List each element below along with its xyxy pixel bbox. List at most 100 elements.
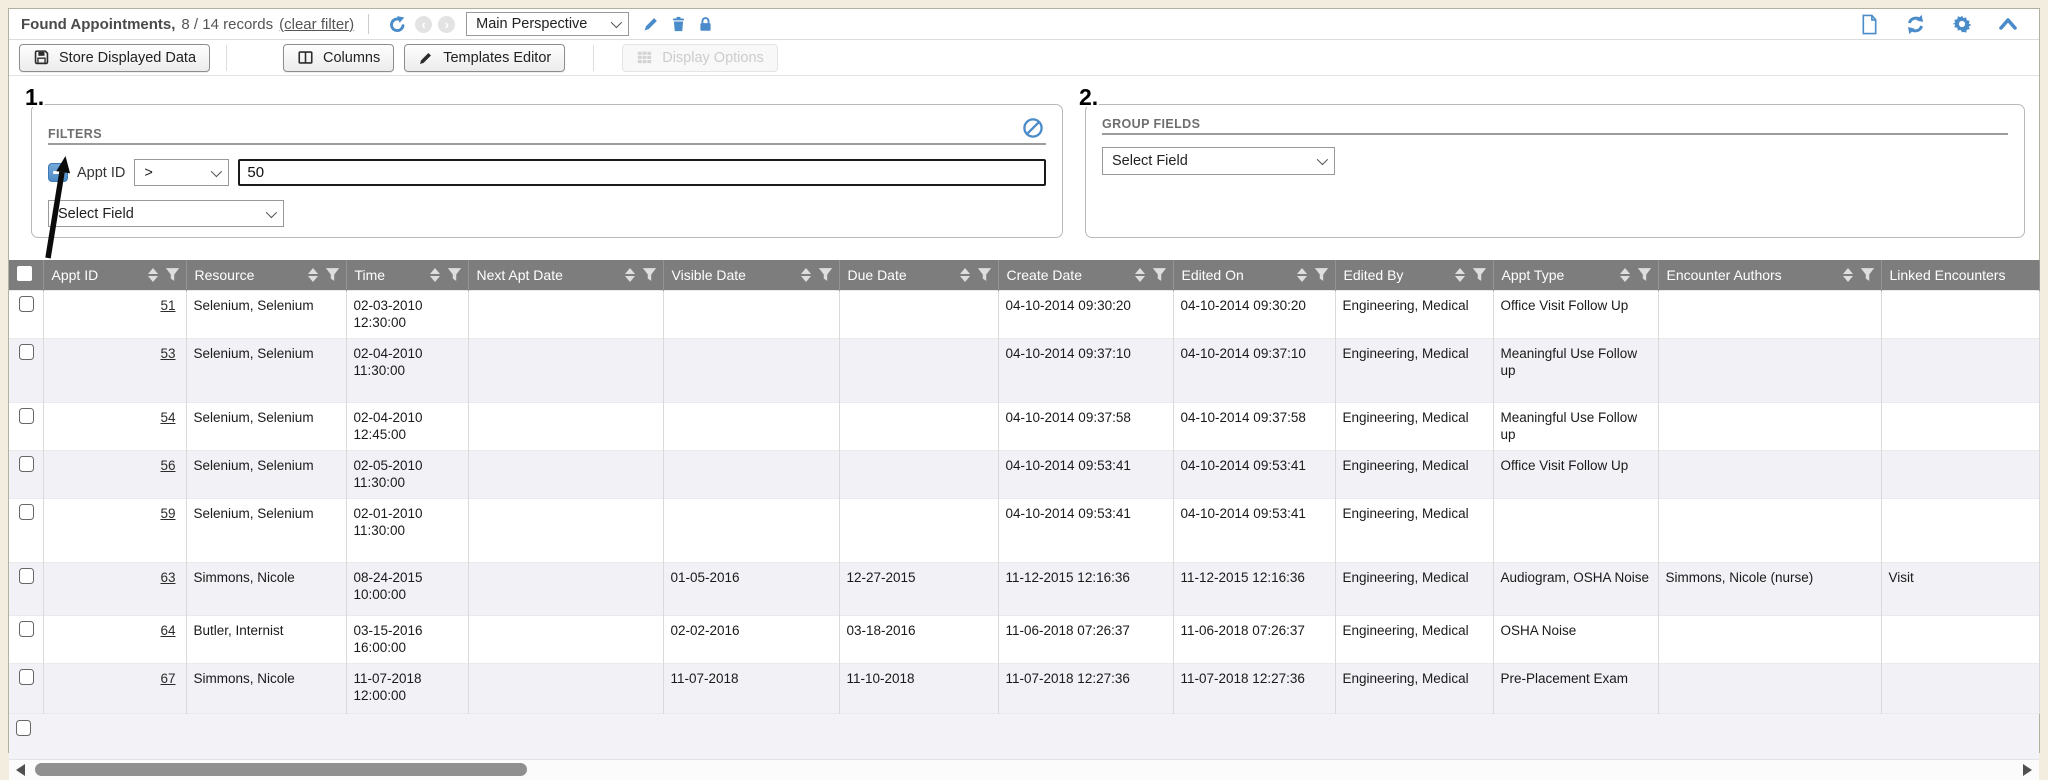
scrollbar-thumb[interactable]: [35, 763, 527, 776]
filter-value-input[interactable]: [238, 159, 1046, 186]
appt-id-link[interactable]: 53: [160, 346, 175, 361]
filter-funnel-icon[interactable]: [1637, 267, 1652, 282]
filter-funnel-icon[interactable]: [818, 267, 833, 282]
column-header-edited-on[interactable]: Edited On: [1173, 260, 1335, 290]
collapse-panel-icon[interactable]: [1998, 16, 2018, 32]
column-header-encounter-authors[interactable]: Encounter Authors: [1658, 260, 1881, 290]
scroll-left-icon[interactable]: [16, 764, 25, 776]
table-footer-row: [9, 713, 2039, 759]
create-date-cell: 04-10-2014 09:53:41: [998, 450, 1173, 498]
column-header-edited-by[interactable]: Edited By: [1335, 260, 1493, 290]
column-header-label: Next Apt Date: [477, 267, 563, 283]
filter-funnel-icon[interactable]: [1860, 267, 1875, 282]
column-header-label: Linked Encounters: [1890, 267, 2006, 283]
step-2-annotation: 2.: [1079, 84, 1098, 111]
new-document-icon[interactable]: [1860, 14, 1879, 35]
edited-by-cell: Engineering, Medical: [1335, 402, 1493, 450]
appt-id-link[interactable]: 54: [160, 410, 175, 425]
filter-operator-select[interactable]: >: [134, 159, 229, 186]
filter-operator-value: >: [144, 165, 152, 181]
column-header-next-apt-date[interactable]: Next Apt Date: [468, 260, 663, 290]
edit-perspective-icon[interactable]: [642, 15, 660, 33]
filter-funnel-icon[interactable]: [1472, 267, 1487, 282]
resource-cell: Selenium, Selenium: [186, 450, 346, 498]
appt-id-link[interactable]: 64: [160, 623, 175, 638]
next-perspective-icon[interactable]: ›: [438, 16, 455, 33]
filter-funnel-icon[interactable]: [447, 267, 462, 282]
next-apt-date-cell: [468, 290, 663, 338]
group-field-select[interactable]: Select Field: [1102, 147, 1335, 175]
scroll-right-icon[interactable]: [2023, 764, 2032, 776]
appt-id-link[interactable]: 56: [160, 458, 175, 473]
display-options-button[interactable]: Display Options: [622, 44, 778, 72]
chevron-down-icon: [211, 165, 222, 176]
disable-filters-icon[interactable]: [1022, 117, 1044, 139]
column-header-resource[interactable]: Resource: [186, 260, 346, 290]
footer-row-checkbox[interactable]: [16, 720, 31, 736]
table-row: 63 Simmons, Nicole 08-24-2015 10:00:00 0…: [9, 562, 2039, 615]
column-header-create-date[interactable]: Create Date: [998, 260, 1173, 290]
appt-id-link[interactable]: 63: [160, 570, 175, 585]
filter-funnel-icon[interactable]: [165, 267, 180, 282]
appt-id-link[interactable]: 59: [160, 506, 175, 521]
column-header-appt-id[interactable]: Appt ID: [43, 260, 186, 290]
select-all-header[interactable]: [9, 260, 43, 290]
column-header-due-date[interactable]: Due Date: [839, 260, 998, 290]
filter-funnel-icon[interactable]: [977, 267, 992, 282]
row-checkbox[interactable]: [19, 669, 34, 685]
sort-icon[interactable]: [1455, 268, 1465, 282]
column-header-visible-date[interactable]: Visible Date: [663, 260, 839, 290]
column-header-label: Due Date: [848, 267, 907, 283]
select-all-checkbox[interactable]: [17, 266, 32, 281]
clear-filter-link[interactable]: (clear filter): [279, 16, 354, 33]
appt-id-link[interactable]: 67: [160, 671, 175, 686]
encounter-authors-cell: Simmons, Nicole (nurse): [1658, 562, 1881, 615]
horizontal-scrollbar[interactable]: [9, 759, 2039, 780]
sort-icon[interactable]: [1620, 268, 1630, 282]
edited-by-cell: Engineering, Medical: [1335, 290, 1493, 338]
filter-funnel-icon[interactable]: [325, 267, 340, 282]
sort-icon[interactable]: [430, 268, 440, 282]
sort-icon[interactable]: [308, 268, 318, 282]
column-header-linked-encounters[interactable]: Linked Encounters: [1881, 260, 2039, 290]
row-checkbox[interactable]: [19, 408, 34, 424]
filter-funnel-icon[interactable]: [1314, 267, 1329, 282]
settings-gear-icon[interactable]: [1952, 14, 1972, 34]
sort-icon[interactable]: [801, 268, 811, 282]
add-filter-field-value: Select Field: [58, 206, 134, 222]
appt-id-link[interactable]: 51: [160, 298, 175, 313]
row-checkbox[interactable]: [19, 621, 34, 637]
table-row: 64 Butler, Internist 03-15-2016 16:00:00…: [9, 615, 2039, 663]
edited-on-cell: 11-12-2015 12:16:36: [1173, 562, 1335, 615]
undo-icon[interactable]: [388, 15, 407, 34]
filter-funnel-icon[interactable]: [1152, 267, 1167, 282]
row-checkbox[interactable]: [19, 568, 34, 584]
perspective-select[interactable]: Main Perspective: [466, 12, 629, 36]
column-header-label: Appt ID: [52, 267, 99, 283]
add-filter-field-select[interactable]: Select Field: [48, 200, 284, 227]
sort-icon[interactable]: [1135, 268, 1145, 282]
store-displayed-data-button[interactable]: Store Displayed Data: [19, 44, 210, 72]
lock-perspective-icon[interactable]: [697, 15, 714, 33]
row-checkbox[interactable]: [19, 344, 34, 360]
divider: [593, 45, 594, 71]
row-checkbox[interactable]: [19, 456, 34, 472]
sort-icon[interactable]: [625, 268, 635, 282]
row-checkbox[interactable]: [19, 296, 34, 312]
sort-icon[interactable]: [960, 268, 970, 282]
appt-type-cell: Pre-Placement Exam: [1493, 663, 1658, 713]
refresh-icon[interactable]: [1905, 14, 1926, 35]
columns-button[interactable]: Columns: [283, 44, 394, 72]
previous-perspective-icon[interactable]: ‹: [415, 16, 432, 33]
sort-icon[interactable]: [1843, 268, 1853, 282]
sort-icon[interactable]: [1297, 268, 1307, 282]
filter-funnel-icon[interactable]: [642, 267, 657, 282]
resource-cell: Selenium, Selenium: [186, 290, 346, 338]
delete-perspective-icon[interactable]: [670, 15, 687, 33]
sort-icon[interactable]: [148, 268, 158, 282]
column-header-appt-type[interactable]: Appt Type: [1493, 260, 1658, 290]
row-checkbox[interactable]: [19, 504, 34, 520]
templates-editor-button[interactable]: Templates Editor: [404, 44, 565, 72]
column-header-time[interactable]: Time: [346, 260, 468, 290]
remove-filter-icon[interactable]: [48, 163, 68, 182]
